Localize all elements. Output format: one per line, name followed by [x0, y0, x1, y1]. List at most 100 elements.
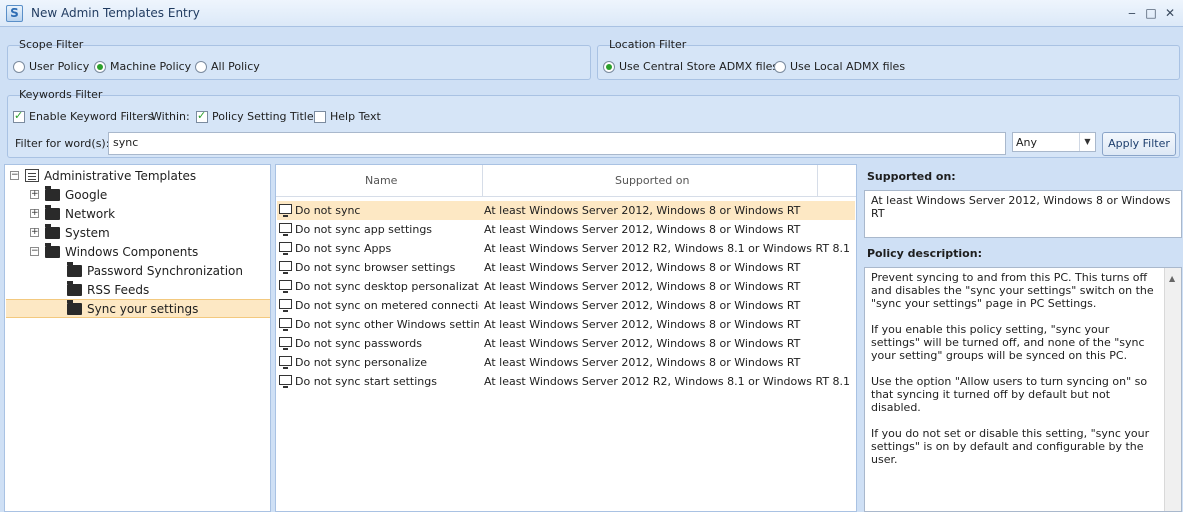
radio-local-admx[interactable]	[774, 60, 786, 73]
help-text-label: Help Text	[330, 110, 381, 123]
tree-item-password-sync[interactable]: Password Synchronization	[67, 261, 243, 280]
supported-on-cell: At least Windows Server 2012, Windows 8 …	[484, 261, 801, 274]
table-row[interactable]: Do not sync app settings At least Windows…	[277, 220, 855, 239]
enable-keyword-label: Enable Keyword Filters	[29, 110, 154, 123]
chevron-down-icon[interactable]: ▼	[1079, 133, 1095, 151]
table-row[interactable]: Do not sync passwords At least Windows Se…	[277, 334, 855, 353]
description-paragraph: If you do not set or disable this settin…	[871, 427, 1150, 466]
table-row[interactable]: Do not sync start settings At least Windo…	[277, 372, 855, 391]
table-row[interactable]: Do not sync At least Windows Server 2012,…	[277, 201, 855, 220]
tree-item-label: Sync your settings	[87, 301, 199, 316]
column-separator[interactable]	[482, 165, 483, 197]
close-button[interactable]: ✕	[1161, 4, 1179, 22]
supported-on-cell: At least Windows Server 2012 R2, Windows…	[484, 242, 851, 255]
supported-on-cell: At least Windows Server 2012, Windows 8 …	[484, 356, 801, 369]
policy-description-text: Prevent syncing to and from this PC. Thi…	[864, 267, 1182, 512]
folder-icon	[45, 223, 60, 239]
location-option-central[interactable]: Use Central Store ADMX files	[603, 60, 778, 73]
computer-icon	[279, 337, 292, 350]
computer-icon	[279, 223, 292, 236]
tree-root[interactable]: − Administrative Templates	[10, 166, 196, 185]
location-filter-label: Location Filter	[609, 38, 687, 51]
column-separator[interactable]	[817, 165, 818, 197]
maximize-button[interactable]: □	[1142, 4, 1160, 22]
radio-machine-policy[interactable]	[94, 60, 106, 73]
policy-name-cell: Do not sync	[295, 204, 361, 217]
scope-option-all[interactable]: All Policy	[195, 60, 260, 73]
supported-on-cell: At least Windows Server 2012, Windows 8 …	[484, 318, 801, 331]
policy-title-checkbox[interactable]	[196, 109, 208, 123]
column-header-name[interactable]: Name	[365, 174, 397, 187]
supported-on-cell: At least Windows Server 2012, Windows 8 …	[484, 204, 801, 217]
location-option-local[interactable]: Use Local ADMX files	[774, 60, 905, 73]
collapse-icon[interactable]: −	[10, 171, 19, 180]
admin-templates-icon	[25, 169, 39, 182]
template-tree: − Administrative Templates + Google + Ne…	[4, 164, 271, 512]
table-row[interactable]: Do not sync Apps At least Windows Server …	[277, 239, 855, 258]
match-mode-value: Any	[1016, 136, 1038, 149]
help-text-checkbox[interactable]	[314, 110, 326, 123]
policy-name-cell: Do not sync start settings	[295, 375, 437, 388]
tree-item-sync-settings[interactable]: Sync your settings	[67, 299, 198, 318]
tree-root-label: Administrative Templates	[44, 168, 197, 183]
supported-on-cell: At least Windows Server 2012, Windows 8 …	[484, 223, 801, 236]
tree-item-windows-components[interactable]: − Windows Components	[30, 242, 198, 261]
folder-icon	[67, 261, 82, 277]
table-row[interactable]: Do not sync personalize At least Windows …	[277, 353, 855, 372]
policy-title-option[interactable]: Policy Setting Title	[196, 109, 314, 123]
radio-all-policy[interactable]	[195, 60, 207, 73]
computer-icon	[279, 261, 292, 274]
tree-item-network[interactable]: + Network	[30, 204, 115, 223]
collapse-icon[interactable]: −	[30, 247, 39, 256]
tree-item-google[interactable]: + Google	[30, 185, 107, 204]
radio-central-store[interactable]	[603, 60, 615, 73]
location-option-label: Use Central Store ADMX files	[619, 60, 779, 73]
expand-icon[interactable]: +	[30, 209, 39, 218]
table-row[interactable]: Do not sync on metered connections At lea…	[277, 296, 855, 315]
help-text-option[interactable]: Help Text	[314, 110, 381, 123]
tree-item-system[interactable]: + System	[30, 223, 110, 242]
policy-name-cell: Do not sync on metered connections	[295, 299, 479, 312]
table-row[interactable]: Do not sync browser settings At least Win…	[277, 258, 855, 277]
description-paragraph: If you enable this policy setting, "sync…	[871, 323, 1145, 362]
tree-item-label: System	[65, 225, 110, 240]
filter-words-input[interactable]: sync	[108, 132, 1006, 155]
scope-option-label: Machine Policy	[110, 60, 192, 73]
match-mode-select[interactable]: Any ▼	[1012, 132, 1096, 152]
enable-keyword-filters[interactable]: Enable Keyword Filters	[13, 109, 154, 123]
policy-name-cell: Do not sync browser settings	[295, 261, 456, 274]
table-row[interactable]: Do not sync desktop personalization At le…	[277, 277, 855, 296]
tree-item-label: Google	[65, 187, 108, 202]
tree-item-label: Network	[65, 206, 116, 221]
table-row[interactable]: Do not sync other Windows settings At lea…	[277, 315, 855, 334]
folder-open-icon	[45, 242, 60, 258]
policy-list: Name Supported on Do not sync At least Wi…	[275, 164, 857, 512]
computer-icon	[279, 204, 292, 217]
scroll-up-icon[interactable]: ▲	[1169, 272, 1175, 285]
supported-on-label: Supported on:	[867, 170, 956, 183]
folder-icon	[45, 204, 60, 220]
radio-user-policy[interactable]	[13, 60, 25, 73]
window-title: New Admin Templates Entry	[31, 6, 200, 20]
keywords-filter-label: Keywords Filter	[19, 88, 103, 101]
policy-name-cell: Do not sync passwords	[295, 337, 422, 350]
column-header-supported[interactable]: Supported on	[615, 174, 689, 187]
tree-item-rss-feeds[interactable]: RSS Feeds	[67, 280, 149, 299]
description-scrollbar[interactable]: ▲	[1164, 268, 1181, 511]
filter-words-label: Filter for word(s):	[15, 137, 110, 150]
computer-icon	[279, 375, 292, 388]
enable-keyword-checkbox[interactable]	[13, 109, 25, 123]
supported-on-value: At least Windows Server 2012, Windows 8 …	[864, 190, 1182, 238]
expand-icon[interactable]: +	[30, 228, 39, 237]
computer-icon	[279, 242, 292, 255]
apply-filter-button[interactable]: Apply Filter	[1102, 132, 1176, 156]
minimize-button[interactable]: ‒	[1123, 4, 1141, 22]
expand-icon[interactable]: +	[30, 190, 39, 199]
scope-option-machine[interactable]: Machine Policy	[94, 60, 191, 73]
computer-icon	[279, 318, 292, 331]
scope-option-user[interactable]: User Policy	[13, 60, 89, 73]
description-paragraph: Prevent syncing to and from this PC. Thi…	[871, 271, 1154, 310]
list-header: Name Supported on	[276, 165, 856, 197]
policy-name-cell: Do not sync desktop personalization	[295, 280, 479, 293]
tree-item-label: Windows Components	[65, 244, 199, 259]
